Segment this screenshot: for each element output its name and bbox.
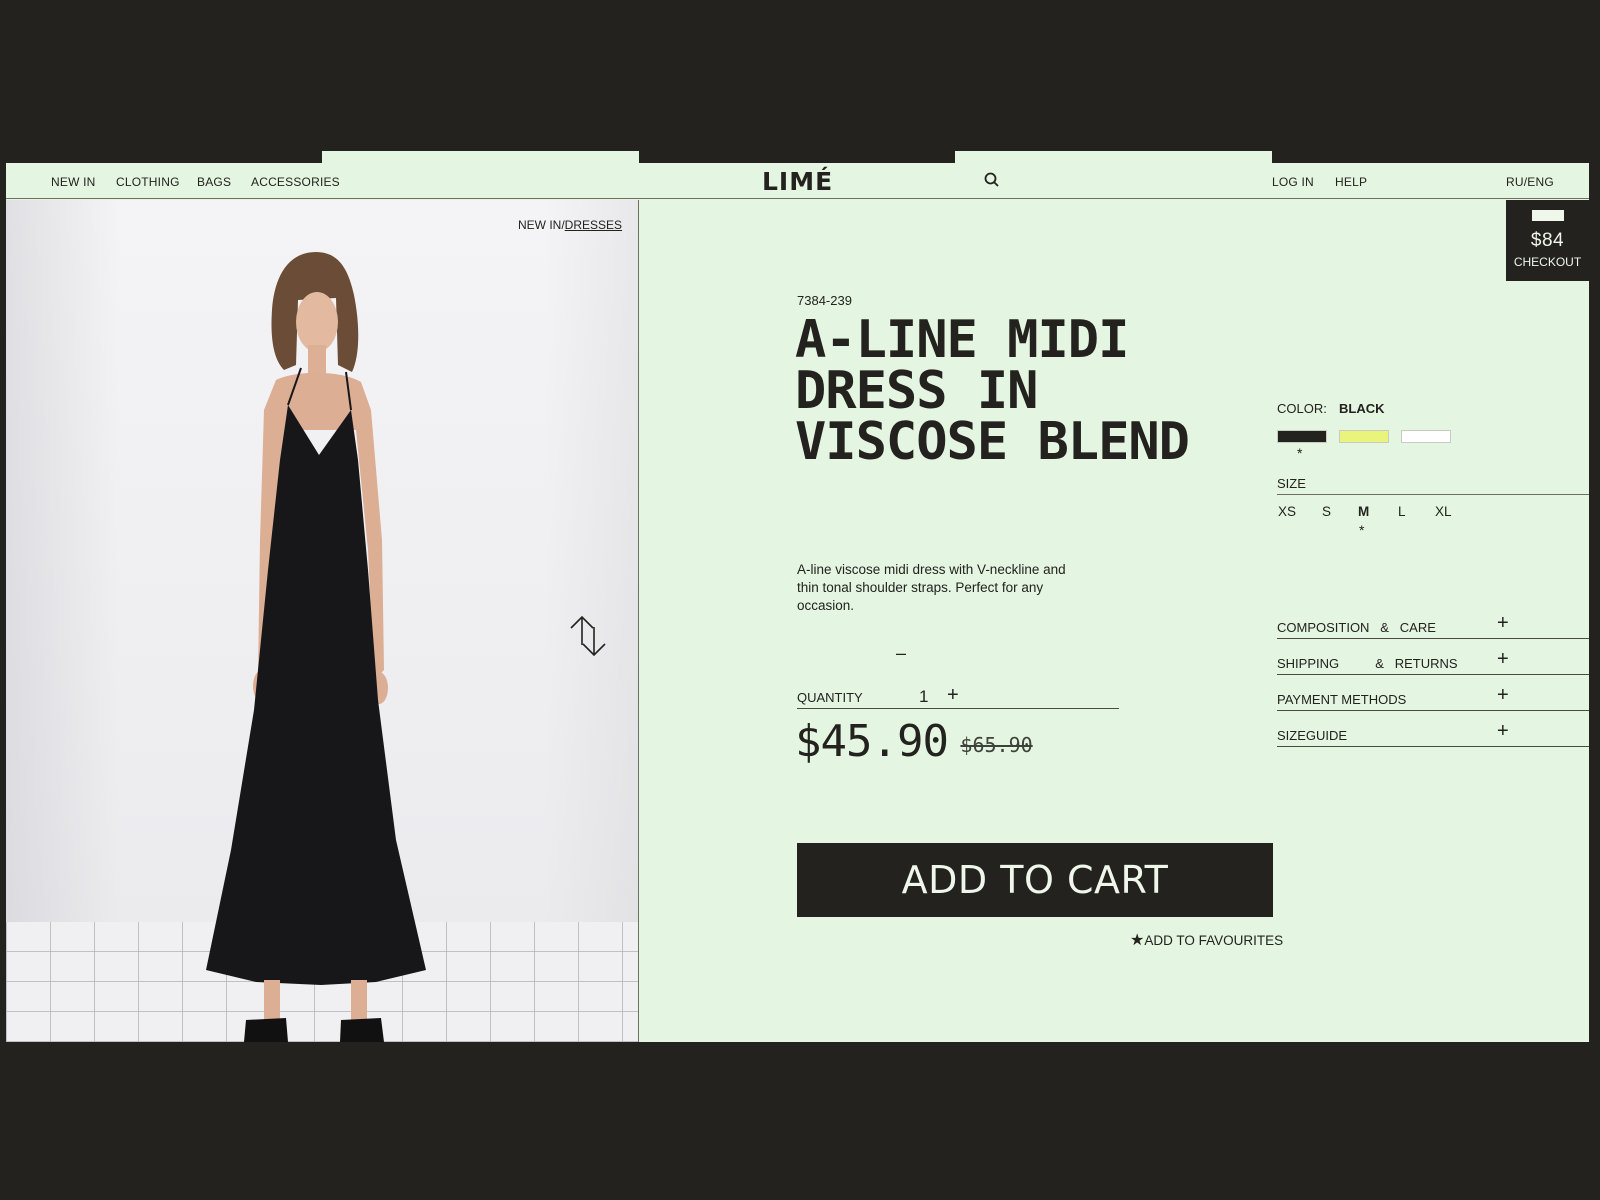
breadcrumb-current[interactable]: DRESSES (565, 218, 622, 232)
nav-item-bags[interactable]: BAGS (197, 175, 231, 189)
cart-bag-icon (1531, 210, 1564, 221)
brand-logo[interactable]: LIMÉ (762, 167, 833, 196)
size-option-s[interactable]: S (1322, 504, 1331, 519)
quantity-decrease-button[interactable]: – (896, 643, 906, 664)
quantity-label: QUANTITY (797, 690, 863, 705)
star-icon: ★ (1130, 932, 1145, 949)
price-row: $45.90 $65.90 (795, 716, 1033, 767)
accordion-composition-care[interactable]: COMPOSITION & CARE + (1277, 613, 1589, 639)
cart-total: $84 (1530, 230, 1565, 251)
size-label: SIZE (1277, 476, 1306, 491)
old-price: $65.90 (960, 733, 1033, 757)
nav-item-accessories[interactable]: ACCESSORIES (251, 175, 340, 189)
size-option-l[interactable]: L (1398, 504, 1406, 519)
product-sku: 7384-239 (797, 293, 852, 308)
add-to-cart-button[interactable]: ADD TO CART (797, 843, 1273, 917)
product-title: A-LINE MIDI DRESS IN VISCOSE BLEND (795, 310, 1190, 472)
color-swatch-white[interactable] (1401, 430, 1451, 443)
accordion-label: PAYMENT METHODS (1277, 692, 1407, 707)
nav-item-clothing[interactable]: CLOTHING (116, 175, 180, 189)
breadcrumb-parent[interactable]: NEW IN/ (518, 218, 565, 232)
accordion-label: SHIPPING & RETURNS (1277, 656, 1458, 671)
page-frame: NEW IN CLOTHING BAGS ACCESSORIES LIMÉ LO… (6, 163, 1589, 1042)
search-icon[interactable] (983, 171, 1001, 189)
accordion-payment-methods[interactable]: PAYMENT METHODS + (1277, 685, 1589, 711)
nav-item-log-in[interactable]: LOG IN (1272, 175, 1314, 189)
nav-item-help[interactable]: HELP (1335, 175, 1367, 189)
accordion-label: SIZEGUIDE (1277, 728, 1348, 743)
breadcrumb: NEW IN/DRESSES (518, 218, 622, 232)
product-description: A-line viscose midi dress with V-necklin… (797, 562, 1066, 613)
expand-plus-icon: + (1497, 648, 1509, 670)
top-nav: NEW IN CLOTHING BAGS ACCESSORIES LIMÉ LO… (6, 163, 1589, 199)
size-option-xs[interactable]: XS (1278, 504, 1296, 519)
checkout-label: CHECKOUT (1513, 255, 1582, 269)
accordion-sizeguide[interactable]: SIZEGUIDE + (1277, 721, 1589, 747)
expand-plus-icon: + (1497, 684, 1509, 706)
model-in-dress-image (206, 252, 426, 1042)
scroll-arrows-icon[interactable] (568, 613, 608, 659)
quantity-increase-button[interactable]: + (947, 685, 959, 705)
size-option-xl[interactable]: XL (1435, 504, 1452, 519)
color-swatch-yellow[interactable] (1339, 430, 1389, 443)
accordion-label: COMPOSITION & CARE (1277, 620, 1436, 635)
quantity-value[interactable]: 1 (919, 687, 928, 707)
add-to-favourites-link[interactable]: ★ADD TO FAVOURITES (1130, 930, 1283, 950)
color-value: BLACK (1339, 401, 1385, 416)
size-option-m[interactable]: M (1358, 504, 1369, 519)
selected-size-marker: * (1359, 522, 1365, 538)
quantity-stepper: QUANTITY 1 + (797, 685, 1119, 709)
product-photo: NEW IN/DRESSES (6, 200, 639, 1042)
color-swatch-black[interactable] (1277, 430, 1327, 443)
size-divider (1277, 494, 1589, 495)
nav-item-new-in[interactable]: NEW IN (51, 175, 96, 189)
color-label: COLOR: (1277, 401, 1327, 416)
expand-plus-icon: + (1497, 720, 1509, 742)
language-switch[interactable]: RU/ENG (1506, 175, 1554, 189)
favourites-label: ADD TO FAVOURITES (1144, 933, 1284, 948)
accordion-shipping-returns[interactable]: SHIPPING & RETURNS + (1277, 649, 1589, 675)
checkout-button[interactable]: $84 CHECKOUT (1506, 200, 1589, 281)
current-price: $45.90 (795, 716, 949, 767)
expand-plus-icon: + (1497, 612, 1509, 634)
selected-color-marker: * (1297, 445, 1303, 461)
